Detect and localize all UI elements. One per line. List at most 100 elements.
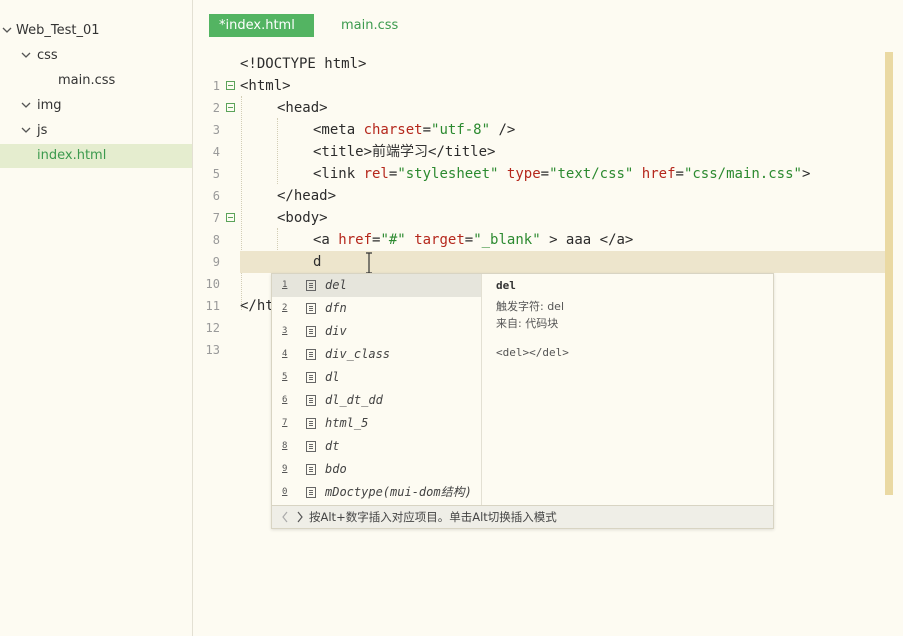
tree-item-label: css — [37, 48, 58, 63]
snippet-icon — [306, 280, 316, 291]
autocomplete-item[interactable]: 2 dfn — [272, 297, 481, 320]
tab-index-html[interactable]: *index.html — [209, 14, 314, 37]
snippet-icon — [306, 395, 316, 406]
tag-token: > — [801, 166, 811, 182]
code-line: 9 <a href="#" target="_blank" > aaa </a> — [193, 229, 893, 269]
tag-token — [498, 166, 506, 182]
snippet-icon — [306, 349, 316, 360]
text-token: 前端学习 — [372, 144, 429, 160]
item-label: html_5 — [325, 416, 369, 430]
attr-token: target — [414, 232, 465, 248]
item-label: div_class — [325, 347, 391, 361]
code-line: 2 <html> — [193, 75, 893, 115]
tree-item-label: main.css — [58, 73, 116, 88]
item-number: 0 — [282, 487, 288, 497]
footer-hint: 按Alt+数字插入对应项目。单击Alt切换插入模式 — [309, 510, 557, 524]
detail-source: 来自: 代码块 — [496, 317, 559, 330]
chevron-left-icon[interactable] — [281, 511, 289, 523]
item-label: mDoctype(mui-dom结构) — [325, 485, 472, 499]
autocomplete-footer: 按Alt+数字插入对应项目。单击Alt切换插入模式 — [272, 505, 773, 528]
string-token: "#" — [380, 232, 406, 248]
tree-item-label: index.html — [37, 148, 107, 163]
current-line-highlight — [240, 251, 886, 273]
chevron-down-icon — [21, 102, 31, 108]
autocomplete-item[interactable]: 3 div — [272, 320, 481, 343]
tag-token: = — [675, 166, 684, 182]
project-explorer: Web_Test_01 css main.css img js index.ht… — [0, 0, 193, 636]
item-number: 2 — [282, 303, 288, 313]
autocomplete-detail: del 触发字符: del 来自: 代码块 <del></del> — [496, 278, 766, 359]
tree-item-index-html[interactable]: index.html — [0, 144, 192, 168]
tree-item-css[interactable]: css — [0, 44, 192, 68]
tag-token — [633, 166, 641, 182]
autocomplete-item[interactable]: 5 dl — [272, 366, 481, 389]
code-line: 8 <body> — [193, 207, 893, 247]
snippet-icon — [306, 303, 316, 314]
detail-trigger: 触发字符: del — [496, 300, 565, 313]
fold-toggle-icon[interactable] — [226, 81, 235, 90]
autocomplete-item[interactable]: 8 dt — [272, 435, 481, 458]
tree-item-project[interactable]: Web_Test_01 — [0, 19, 192, 43]
item-label: bdo — [325, 462, 347, 476]
item-label: dfn — [325, 301, 347, 315]
autocomplete-list: 1 del 2 dfn 3 div 4 div_class 5 dl 6 dl_… — [272, 274, 482, 506]
tree-item-label: js — [37, 123, 48, 138]
autocomplete-item[interactable]: 9 bdo — [272, 458, 481, 481]
code-line: 6 <link rel="stylesheet" type="text/css"… — [193, 163, 893, 203]
item-number: 7 — [282, 418, 288, 428]
code-text: <body> — [277, 210, 328, 226]
vertical-scrollbar[interactable] — [885, 52, 893, 495]
item-number: 1 — [282, 280, 288, 290]
code-text: <!DOCTYPE html> — [240, 56, 367, 72]
snippet-icon — [306, 441, 316, 452]
tree-item-main-css[interactable]: main.css — [0, 69, 192, 93]
code-line: 5 <title>前端学习</title> — [193, 141, 893, 181]
chevron-down-icon — [21, 52, 31, 58]
tab-main-css[interactable]: main.css — [331, 14, 408, 37]
attr-token: charset — [363, 122, 423, 138]
code-text: <title>前端学习</title> — [313, 141, 495, 163]
code-line: 1 <!DOCTYPE html> — [193, 53, 893, 93]
item-number: 8 — [282, 441, 288, 451]
tag-token: <title> — [313, 144, 373, 160]
attr-token: href — [641, 166, 676, 182]
tree-item-label: Web_Test_01 — [16, 23, 100, 38]
snippet-icon — [306, 326, 316, 337]
attr-token: type — [506, 166, 541, 182]
snippet-icon — [306, 372, 316, 383]
code-text: <link rel="stylesheet" type="text/css" h… — [313, 163, 810, 185]
autocomplete-item[interactable]: 0 mDoctype(mui-dom结构) — [272, 481, 481, 504]
tag-token: <meta — [313, 122, 364, 138]
tree-item-js[interactable]: js — [0, 119, 192, 143]
fold-toggle-icon[interactable] — [226, 103, 235, 112]
item-label: dl — [325, 370, 340, 384]
code-line: 3 <head> — [193, 97, 893, 137]
autocomplete-item[interactable]: 1 del — [272, 274, 481, 297]
string-token: "utf-8" — [431, 122, 491, 138]
code-text: d — [313, 254, 322, 270]
string-token: "_blank" — [473, 232, 541, 248]
autocomplete-item[interactable]: 7 html_5 — [272, 412, 481, 435]
item-number: 4 — [282, 349, 288, 359]
item-number: 6 — [282, 395, 288, 405]
fold-toggle-icon[interactable] — [226, 213, 235, 222]
chevron-down-icon — [21, 127, 31, 133]
item-label: div — [325, 324, 347, 338]
tree-item-img[interactable]: img — [0, 94, 192, 118]
code-text: <head> — [277, 100, 328, 116]
tag-token: <a — [313, 232, 339, 248]
code-line: 4 <meta charset="utf-8" /> — [193, 119, 893, 159]
attr-token: rel — [363, 166, 389, 182]
tag-token: </title> — [428, 144, 496, 160]
chevron-right-icon[interactable] — [296, 511, 304, 523]
string-token: "stylesheet" — [397, 166, 499, 182]
tag-token — [406, 232, 414, 248]
autocomplete-item[interactable]: 4 div_class — [272, 343, 481, 366]
tag-token: <link — [313, 166, 364, 182]
autocomplete-item[interactable]: 6 dl_dt_dd — [272, 389, 481, 412]
autocomplete-popup: 1 del 2 dfn 3 div 4 div_class 5 dl 6 dl_… — [271, 273, 774, 529]
code-line-active: 10 d — [193, 251, 893, 291]
item-label: del — [325, 278, 347, 292]
tree-item-label: img — [37, 98, 62, 113]
detail-title: del — [496, 279, 516, 292]
